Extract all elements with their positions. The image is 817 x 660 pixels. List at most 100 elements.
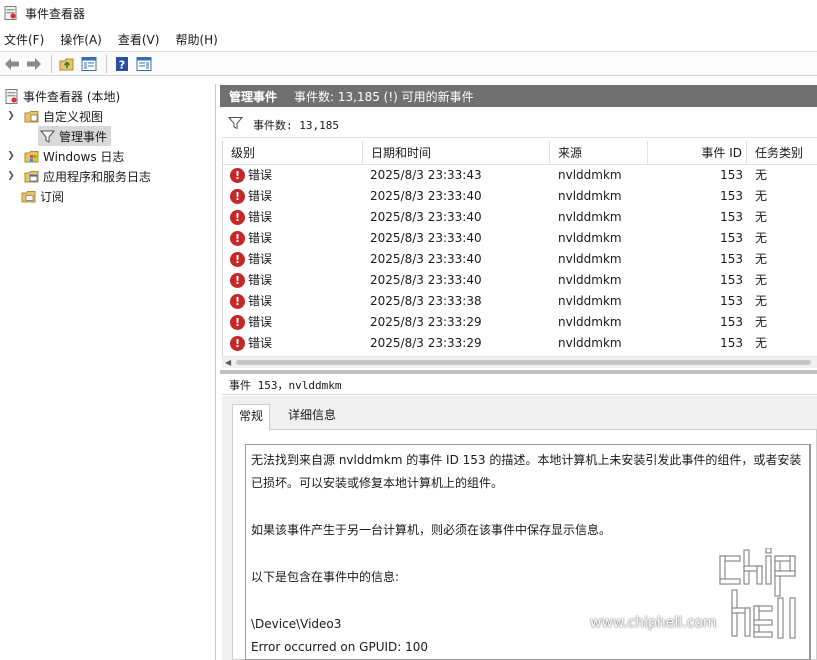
- event-task-category: 无: [755, 273, 768, 287]
- menu-file[interactable]: 文件(F): [0, 31, 52, 48]
- forward-arrow-icon[interactable]: [24, 54, 44, 74]
- event-level: 错误: [248, 252, 273, 266]
- error-icon: !: [230, 210, 245, 225]
- error-icon: !: [230, 168, 245, 183]
- tree-item-label: 管理事件: [59, 129, 108, 144]
- tree-item-admin-events[interactable]: 管理事件: [38, 126, 112, 146]
- event-level: 错误: [248, 273, 273, 287]
- event-level: 错误: [248, 294, 273, 308]
- event-id: 153: [720, 168, 743, 182]
- tree-item-event-viewer-local[interactable]: 事件查看器 (本地): [4, 86, 120, 106]
- app-logs-folder-icon: [24, 169, 39, 184]
- event-datetime: 2025/8/3 23:33:40: [370, 189, 482, 203]
- show-hide-action-pane-icon[interactable]: [134, 54, 154, 74]
- event-task-category: 无: [755, 189, 768, 203]
- scrollbar-thumb[interactable]: [236, 360, 811, 365]
- event-row[interactable]: ! 错误 2025/8/3 23:33:29 nvlddmkm 153 无: [223, 333, 817, 354]
- event-task-category: 无: [755, 315, 768, 329]
- message-line: 如果该事件产生于另一台计算机，则必须在该事件中保存显示信息。: [251, 523, 612, 538]
- help-icon[interactable]: ?: [112, 54, 132, 74]
- event-row[interactable]: ! 错误 2025/8/3 23:33:40 nvlddmkm 153 无: [223, 228, 817, 249]
- event-row[interactable]: ! 错误 2025/8/3 23:33:43 nvlddmkm 153 无: [223, 165, 817, 186]
- event-row[interactable]: ! 错误 2025/8/3 23:33:40 nvlddmkm 153 无: [223, 207, 817, 228]
- event-row[interactable]: ! 错误 2025/8/3 23:33:29 nvlddmkm 153 无: [223, 312, 817, 333]
- event-level: 错误: [248, 336, 273, 350]
- menu-help[interactable]: 帮助(H): [171, 31, 225, 48]
- event-source: nvlddmkm: [558, 336, 622, 350]
- tab-details[interactable]: 详细信息: [282, 404, 342, 428]
- event-id: 153: [720, 294, 743, 308]
- tab-general[interactable]: 常规: [232, 404, 271, 430]
- folder-icon: [24, 109, 39, 124]
- subscriptions-icon: [21, 189, 36, 204]
- up-folder-icon[interactable]: [57, 54, 77, 74]
- column-header-task-category[interactable]: 任务类别: [747, 141, 817, 165]
- column-header-event-id[interactable]: 事件 ID: [648, 141, 747, 165]
- error-icon: !: [230, 336, 245, 351]
- tree-item-subscriptions[interactable]: 订阅: [21, 186, 64, 206]
- pane-splitter[interactable]: [220, 370, 817, 374]
- tree-item-windows-logs[interactable]: ❯ Windows 日志: [6, 146, 124, 166]
- event-level: 错误: [248, 315, 273, 329]
- tree-item-label: 订阅: [40, 189, 65, 204]
- event-source: nvlddmkm: [558, 273, 622, 287]
- event-datetime: 2025/8/3 23:33:40: [370, 231, 482, 245]
- chevron-down-icon[interactable]: ❯: [6, 111, 16, 121]
- pane-header: 管理事件 事件数: 13,185 (!) 可用的新事件: [220, 85, 817, 107]
- horizontal-scrollbar[interactable]: ◀: [222, 356, 817, 368]
- menu-action[interactable]: 操作(A): [56, 31, 110, 48]
- scroll-left-icon[interactable]: ◀: [225, 358, 231, 367]
- message-line: 已损坏。可以安装或修复本地计算机上的组件。: [251, 476, 504, 491]
- error-icon: !: [230, 189, 245, 204]
- event-detail-title: 事件 153，nvlddmkm: [229, 378, 342, 392]
- column-header-source[interactable]: 来源: [550, 141, 648, 165]
- column-header-datetime[interactable]: 日期和时间: [363, 141, 550, 165]
- column-header-level[interactable]: 级别: [223, 141, 363, 165]
- event-source: nvlddmkm: [558, 231, 622, 245]
- event-id: 153: [720, 252, 743, 266]
- error-icon: !: [230, 315, 245, 330]
- event-detail-title-bar: 事件 153，nvlddmkm: [222, 375, 817, 395]
- menu-bar: 文件(F) 操作(A) 查看(V) 帮助(H): [0, 28, 817, 50]
- tree-item-app-service-logs[interactable]: ❯ 应用程序和服务日志: [6, 166, 151, 186]
- navigation-tree: 事件查看器 (本地) ❯ 自定义视图 管理事件 ❯ Windows 日志 ❯ 应…: [0, 84, 216, 660]
- filter-event-count: 事件数: 13,185: [253, 118, 339, 132]
- event-task-category: 无: [755, 231, 768, 245]
- event-datetime: 2025/8/3 23:33:40: [370, 210, 482, 224]
- event-datetime: 2025/8/3 23:33:43: [370, 168, 482, 182]
- chevron-right-icon[interactable]: ❯: [6, 171, 16, 181]
- event-source: nvlddmkm: [558, 210, 622, 224]
- error-icon: !: [230, 252, 245, 267]
- event-id: 153: [720, 231, 743, 245]
- toolbar: ?: [0, 51, 817, 76]
- event-source: nvlddmkm: [558, 252, 622, 266]
- watermark-url: www.chiphell.com: [590, 615, 717, 631]
- filter-bar: 事件数: 13,185: [222, 112, 817, 138]
- windows-logs-folder-icon: [24, 149, 39, 164]
- event-level: 错误: [248, 210, 273, 224]
- event-row[interactable]: ! 错误 2025/8/3 23:33:40 nvlddmkm 153 无: [223, 249, 817, 270]
- event-viewer-app-icon: [4, 6, 18, 20]
- event-level: 错误: [248, 231, 273, 245]
- event-source: nvlddmkm: [558, 168, 622, 182]
- menu-view[interactable]: 查看(V): [114, 31, 168, 48]
- chevron-right-icon[interactable]: ❯: [6, 151, 16, 161]
- event-row[interactable]: ! 错误 2025/8/3 23:33:40 nvlddmkm 153 无: [223, 186, 817, 207]
- event-id: 153: [720, 315, 743, 329]
- event-task-category: 无: [755, 294, 768, 308]
- filter-icon: [227, 116, 244, 133]
- event-task-category: 无: [755, 168, 768, 182]
- tree-item-custom-views[interactable]: ❯ 自定义视图: [6, 106, 103, 126]
- pane-title: 管理事件: [229, 89, 278, 104]
- event-source: nvlddmkm: [558, 315, 622, 329]
- back-arrow-icon[interactable]: [2, 54, 22, 74]
- event-task-category: 无: [755, 252, 768, 266]
- event-row[interactable]: ! 错误 2025/8/3 23:33:38 nvlddmkm 153 无: [223, 291, 817, 312]
- event-row[interactable]: ! 错误 2025/8/3 23:33:40 nvlddmkm 153 无: [223, 270, 817, 291]
- message-line: 无法找到来自源 nvlddmkm 的事件 ID 153 的描述。本地计算机上未安…: [251, 453, 802, 467]
- event-source: nvlddmkm: [558, 189, 622, 203]
- event-level: 错误: [248, 189, 273, 203]
- event-id: 153: [720, 189, 743, 203]
- show-hide-tree-icon[interactable]: [79, 54, 99, 74]
